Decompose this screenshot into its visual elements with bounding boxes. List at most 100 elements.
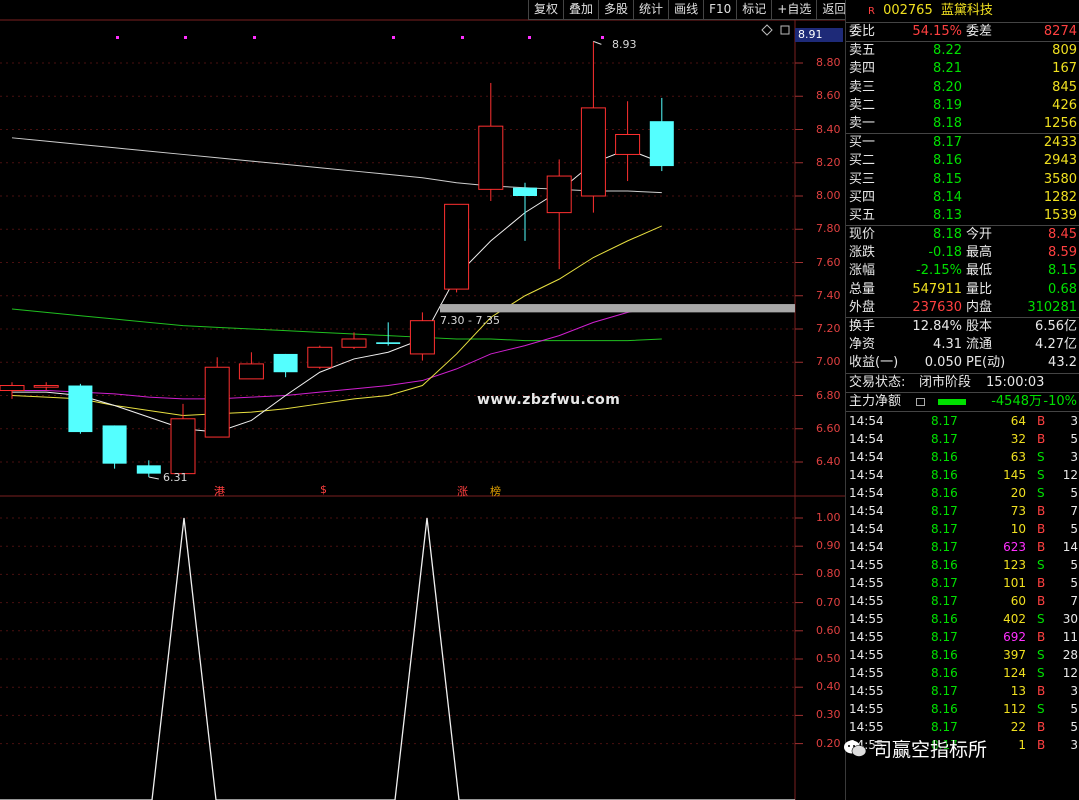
bid-row: 买二 8.16 2943 [846,152,1079,170]
tick-side: B [1037,413,1046,428]
ask-price: 8.18 [933,115,962,131]
tick-side: B [1037,737,1046,752]
tick-count: 3 [1070,737,1078,752]
bid-row: 买五 8.13 1539 [846,207,1079,225]
ask-volume: 167 [1052,61,1077,77]
tick-row: 14:54 8.17 64 B 3 [846,412,1079,430]
event-marker[interactable]: 港 [214,483,225,499]
candle-body [341,338,367,348]
quote-label: 外盘 [849,299,876,315]
fund-label: 换手 [849,319,876,334]
quote-label: 总量 [849,281,876,297]
event-marker[interactable]: 榜 [490,483,501,499]
signal-dot [253,36,256,39]
tick-count: 5 [1070,719,1078,734]
toolbar-button-2[interactable]: 多股 [598,0,634,20]
indicator-tick-label: 0.40 [816,680,841,694]
tick-volume: 60 [1010,593,1026,608]
kline-chart[interactable] [0,0,845,800]
high-pointer [593,40,602,45]
tick-volume: 145 [1003,467,1026,482]
range-band [440,304,795,313]
tick-count: 30 [1062,611,1078,626]
candle-body [68,385,93,433]
tick-price: 8.16 [931,701,958,716]
tick-row: 14:55 8.17 13 B 3 [846,682,1079,700]
fund-label: 净资 [849,337,876,353]
trade-status-row: 交易状态: 闭市阶段 15:00:03 [846,372,1079,392]
tick-row: 14:54 8.17 32 B 5 [846,430,1079,448]
ma-magenta-line [12,305,662,400]
price-tick-label: 8.80 [816,56,841,69]
quote-value: 310281 [1027,299,1077,315]
event-marker[interactable]: 涨 [457,483,468,499]
toolbar-button-3[interactable]: 统计 [633,0,669,20]
ask-price: 8.22 [933,43,962,59]
ask-price: 8.20 [933,79,962,95]
tick-time: 14:55 [849,683,884,698]
list-icon[interactable] [916,397,925,406]
tick-price: 8.17 [931,575,958,590]
bid-price: 8.14 [933,189,962,205]
tick-price: 8.17 [931,431,958,446]
main-flow-pct: -10% [1043,393,1077,409]
trade-status-value: 闭市阶段 [919,374,972,390]
tick-volume: 123 [1003,557,1026,572]
price-tick-label: 6.60 [816,421,841,435]
tick-count: 3 [1070,413,1078,428]
quote-label: 量比 [966,281,993,297]
toolbar-button-5[interactable]: F10 [703,0,737,20]
ask-price: 8.21 [933,61,962,77]
wechat-label: 司赢空指标所 [873,739,988,761]
price-tick-label: 8.20 [816,155,841,169]
quote-row: 现价 8.18 今开 8.45 [846,226,1079,244]
toolbar-button-6[interactable]: 标记 [736,0,772,20]
toolbar-button-4[interactable]: 画线 [668,0,704,20]
tick-time: 14:54 [849,485,884,500]
quote-label: 内盘 [966,299,993,315]
tick-row: 14:54 8.17 73 B 7 [846,502,1079,520]
tick-side: S [1037,665,1045,680]
toolbar-button-0[interactable]: 复权 [528,0,564,20]
tick-side: S [1037,647,1045,662]
quote-panel: R 002765 蓝黛科技 委比 54.15% 委差 8274 卖五 8.22 80… [845,0,1079,800]
tick-price: 8.16 [931,485,958,500]
tick-list[interactable]: 14:54 8.17 64 B 3 14:54 8.17 32 B 5 14:54 8.16 63 S 3 1… [846,410,1079,754]
range-annotation: 7.30 - 7.35 [440,314,500,327]
tick-side: B [1037,503,1046,518]
tick-count: 7 [1070,593,1078,608]
trade-status-label: 交易状态: [849,374,906,390]
tick-count: 5 [1070,485,1078,500]
event-marker[interactable]: $ [320,483,327,496]
candle-body [0,385,25,392]
quote-block: 现价 8.18 今开 8.45 涨跌 -0.18 最高 8.59 涨幅 -2.15% 最低 8.15 总… [846,225,1079,317]
tick-volume: 402 [1003,611,1026,626]
tick-count: 3 [1070,683,1078,698]
indicator-tick-label: 0.20 [816,736,841,750]
main-flow-row: 主力净额 -4548万 -10% [846,391,1079,411]
toolbar-button-1[interactable]: 叠加 [563,0,599,20]
weibi-row: 委比 54.15% 委差 8274 [846,23,1079,41]
flow-bar [938,398,966,405]
indicator-tick-label: 0.30 [816,708,841,722]
tick-side: B [1037,719,1046,734]
tick-price: 8.17 [931,539,958,554]
tick-time: 14:54 [849,449,884,464]
bid-price: 8.16 [933,153,962,169]
tick-row: 14:55 8.16 124 S 12 [846,664,1079,682]
tick-price: 8.17 [931,413,958,428]
tick-time: 14:55 [849,611,884,626]
bid-price: 8.17 [933,135,962,151]
bid-volume: 3580 [1043,171,1077,187]
ask-label: 卖一 [849,115,876,131]
quote-label: 最低 [966,263,993,279]
tick-price: 8.16 [931,611,958,626]
toolbar-button-7[interactable]: +自选 [771,0,817,20]
candle-body [33,385,59,388]
candle-body [170,418,196,475]
bid-label: 买三 [849,171,876,187]
tick-volume: 13 [1010,683,1026,698]
bid-label: 买二 [849,153,876,169]
signal-dot [601,36,604,39]
tick-price: 8.17 [931,593,958,608]
